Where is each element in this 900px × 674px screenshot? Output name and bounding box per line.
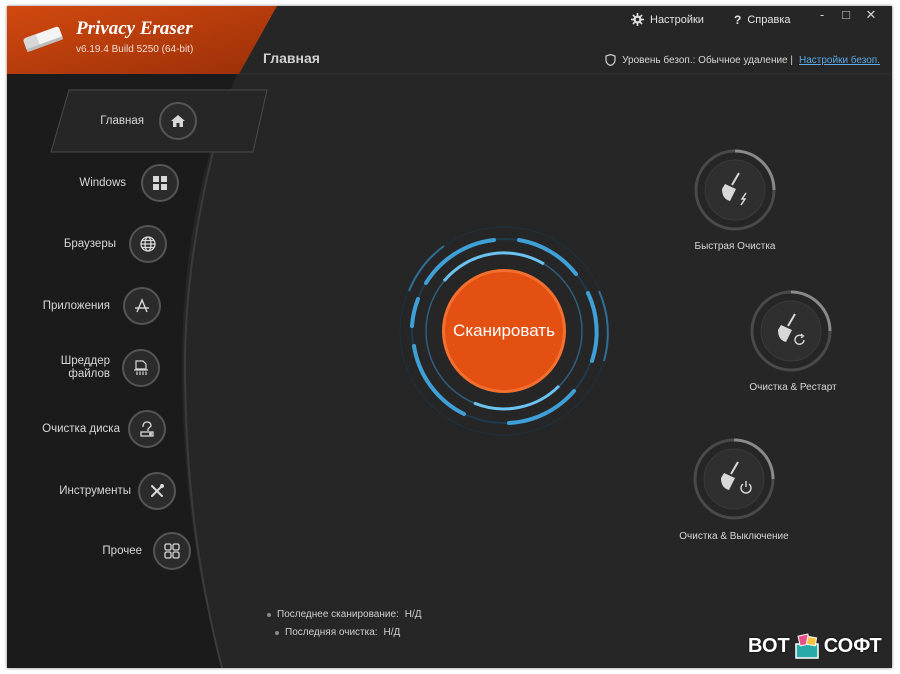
last-clean-value: Н/Д [383, 627, 401, 638]
broom-restart-icon [750, 290, 832, 372]
help-label: Справка [747, 14, 791, 26]
settings-label: Настройки [650, 13, 704, 26]
gear-icon [631, 13, 644, 26]
last-scan-value: Н/Д [404, 609, 422, 620]
sidebar-item-label: Windows [79, 177, 126, 189]
sidebar-item-label: Главная [100, 115, 144, 127]
app-title: Privacy Eraser [76, 18, 193, 39]
shield-icon [605, 54, 616, 66]
sidebar-item-browsers[interactable]: Браузеры [7, 219, 232, 269]
app-window: Privacy Eraser v6.19.4 Build 5250 (64-bi… [7, 6, 892, 668]
sidebar-item-home[interactable]: Главная [7, 96, 232, 146]
sidebar-item-windows[interactable]: Windows [7, 158, 232, 208]
last-clean-stat: Последняя очистка: Н/Д [275, 627, 400, 638]
security-text: Уровень безоп.: Обычное удаление | [622, 54, 793, 66]
close-button[interactable]: ✕ [860, 7, 882, 25]
quick-clean-button[interactable] [694, 149, 776, 231]
help-button[interactable]: ? Справка [734, 13, 791, 27]
bullet [267, 612, 271, 617]
app-version: v6.19.4 Build 5250 (64-bit) [76, 44, 194, 55]
sidebar-item-label: Шреддер файлов [60, 355, 110, 380]
last-clean-label: Последняя очистка: [285, 627, 378, 638]
sidebar-item-label: Приложения [42, 300, 110, 312]
quick-clean-label: Быстрая Очистка [694, 241, 776, 252]
sidebar-item-label: Инструменты [59, 485, 131, 497]
scan-button[interactable]: Сканировать [442, 269, 566, 393]
clean-restart-label: Очистка & Рестарт [749, 382, 837, 393]
watermark: ВОТ СОФТ [748, 633, 882, 659]
last-scan-label: Последнее сканирование: [277, 609, 399, 620]
eraser-logo-icon [23, 26, 64, 52]
disk-clean-icon [128, 410, 166, 448]
home-icon [159, 102, 197, 140]
settings-button[interactable]: Настройки [631, 13, 704, 26]
clean-restart-button[interactable] [750, 290, 832, 372]
question-icon: ? [734, 13, 742, 27]
sidebar-item-other[interactable]: Прочее [7, 526, 232, 576]
security-settings-link[interactable]: Настройки безоп. [799, 55, 880, 66]
sidebar-item-label: Браузеры [63, 238, 116, 250]
security-level: Уровень безоп.: Обычное удаление | Настр… [605, 54, 880, 66]
broom-power-icon [693, 438, 775, 520]
bullet [275, 630, 279, 635]
broom-bolt-icon [694, 149, 776, 231]
last-scan-stat: Последнее сканирование: Н/Д [267, 609, 422, 620]
apps-icon [123, 287, 161, 325]
globe-icon [129, 225, 167, 263]
sidebar-item-file-shredder[interactable]: Шреддер файлов [7, 343, 232, 393]
clean-shutdown-button[interactable] [693, 438, 775, 520]
sidebar-item-tools[interactable]: Инструменты [7, 466, 232, 516]
windows-icon [141, 164, 179, 202]
sidebar-item-apps[interactable]: Приложения [7, 281, 232, 331]
sidebar-item-label: Очистка диска [42, 423, 120, 435]
page-title: Главная [263, 50, 320, 66]
shredder-icon [122, 349, 160, 387]
box-logo-icon [794, 633, 819, 659]
grid-icon [153, 532, 191, 570]
maximize-button[interactable]: □ [835, 7, 857, 25]
clean-shutdown-label: Очистка & Выключение [679, 531, 789, 542]
minimize-button[interactable]: ‐ [811, 7, 833, 25]
sidebar-item-label: Прочее [102, 545, 142, 557]
sidebar-item-disk-cleanup[interactable]: Очистка диска [7, 404, 232, 454]
tools-icon [138, 472, 176, 510]
watermark-right: СОФТ [823, 634, 882, 657]
watermark-left: ВОТ [748, 634, 790, 657]
